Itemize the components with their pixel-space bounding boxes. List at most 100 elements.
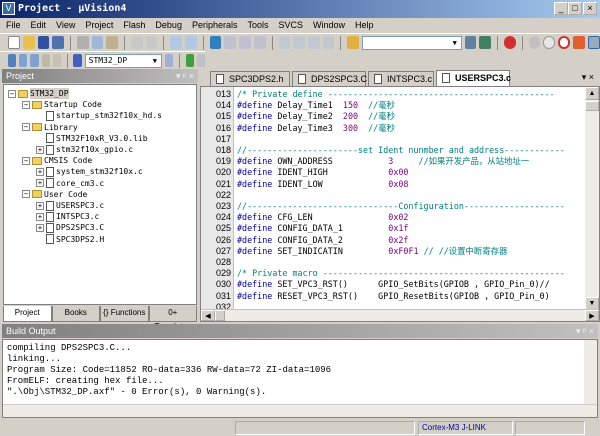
code-area[interactable]: /* Private define ----------------------… (201, 87, 585, 309)
copy-icon[interactable] (91, 36, 104, 49)
tree-item[interactable]: + DPS2SPC3.C (36, 222, 104, 233)
tree-item[interactable]: + system_stm32f10x.c (36, 166, 143, 177)
target-select[interactable]: STM32_DP ▼ (84, 53, 162, 68)
collapse-icon[interactable]: − (22, 190, 30, 199)
close-button[interactable]: × (583, 2, 597, 15)
collapse-icon[interactable]: − (8, 89, 16, 98)
tree-item[interactable]: − CMSIS Code (22, 155, 92, 166)
tree-item[interactable]: + USERSPC3.c (36, 200, 104, 211)
cut-icon[interactable] (76, 36, 89, 49)
tab-project[interactable]: Project (3, 306, 52, 322)
code-editor[interactable]: 013 014 015 016 017 018 019 020 021 022 023 024 025 0… (200, 86, 600, 322)
vertical-scrollbar[interactable]: ▲ ▼ (585, 87, 599, 311)
save-icon[interactable] (37, 36, 50, 49)
tree-item[interactable]: + INTSPC3.c (36, 211, 99, 222)
minimize-button[interactable]: _ (554, 2, 568, 15)
forward-icon[interactable] (185, 36, 197, 49)
build-output-pane[interactable]: compiling DPS2SPC3.C... linking... Progr… (2, 339, 598, 418)
collapse-icon[interactable]: − (22, 156, 30, 165)
horizontal-scrollbar[interactable]: ◀ ▶ (201, 309, 599, 321)
manage-components-icon[interactable] (185, 54, 194, 67)
tree-item[interactable]: − User Code (22, 189, 87, 200)
panel-controls[interactable]: ▾ ᵖ × (576, 324, 594, 338)
tree-item[interactable]: + core_cm3.c (36, 178, 104, 189)
tree-item[interactable]: + stm32f10x_gpio.c (36, 144, 133, 155)
expand-icon[interactable]: + (36, 145, 44, 154)
tree-item[interactable]: SPC3DPS2.H (36, 234, 104, 245)
build-icon[interactable] (19, 54, 28, 67)
tree-item[interactable]: STM32F10xR_V3.0.lib (36, 133, 148, 144)
output-vertical-scrollbar[interactable] (584, 340, 597, 404)
expand-icon[interactable]: + (36, 201, 44, 210)
find-combo[interactable]: ▼ (362, 35, 462, 50)
disable-all-breakpoints-icon[interactable] (573, 36, 586, 49)
expand-icon[interactable]: + (36, 167, 44, 176)
menu-view[interactable]: View (56, 18, 75, 33)
debug-start-icon[interactable] (504, 36, 516, 49)
expand-icon[interactable]: + (36, 212, 44, 221)
open-icon[interactable] (22, 36, 35, 49)
tree-item[interactable]: − Library (22, 122, 78, 133)
maximize-button[interactable]: □ (568, 2, 582, 15)
paste-icon[interactable] (106, 36, 119, 49)
expand-icon[interactable]: + (36, 223, 44, 232)
window-layout-icon[interactable] (588, 36, 600, 49)
scroll-left-arrow[interactable]: ◀ (201, 310, 215, 321)
uncomment-icon[interactable] (322, 36, 335, 49)
tab-userspc3-c[interactable]: USERSPC3.c (436, 70, 511, 86)
clear-bookmarks-icon[interactable] (253, 36, 266, 49)
tab-functions[interactable]: {} Functions (100, 306, 149, 322)
tree-item[interactable]: startup_stm32f10x_hd.s (36, 110, 162, 121)
kill-breakpoints-icon[interactable] (558, 36, 571, 49)
download-icon[interactable] (73, 54, 82, 67)
scroll-right-arrow[interactable]: ▶ (585, 310, 599, 321)
redo-icon[interactable] (145, 36, 158, 49)
collapse-icon[interactable]: − (22, 123, 30, 132)
translate-icon[interactable] (8, 54, 17, 67)
expand-icon[interactable]: + (36, 179, 44, 188)
menu-file[interactable]: File (6, 18, 21, 33)
indent-icon[interactable] (278, 36, 291, 49)
save-all-icon[interactable] (52, 36, 65, 49)
menu-project[interactable]: Project (85, 18, 113, 33)
menu-flash[interactable]: Flash (123, 18, 145, 33)
tab-templates[interactable]: 0+ Templates (148, 306, 197, 331)
hscroll-thumb[interactable] (215, 310, 225, 321)
menu-svcs[interactable]: SVCS (279, 18, 304, 33)
unindent-icon[interactable] (293, 36, 305, 49)
incremental-find-icon[interactable] (479, 36, 492, 49)
breakpoint-icon[interactable] (528, 36, 541, 49)
menu-debug[interactable]: Debug (155, 18, 182, 33)
menu-edit[interactable]: Edit (31, 18, 47, 33)
target-options-icon[interactable] (164, 54, 174, 67)
collapse-icon[interactable]: − (22, 100, 30, 109)
tab-spc3dps2-h[interactable]: SPC3DPS2.h (210, 71, 290, 86)
menu-tools[interactable]: Tools (247, 18, 268, 33)
find-icon[interactable] (464, 36, 477, 49)
rebuild-icon[interactable] (30, 54, 39, 67)
output-horizontal-scrollbar[interactable] (3, 404, 597, 417)
back-icon[interactable] (170, 36, 183, 49)
menu-help[interactable]: Help (355, 18, 374, 33)
batch-build-icon[interactable] (41, 54, 50, 67)
find-in-files-icon[interactable] (347, 36, 360, 49)
prev-bookmark-icon[interactable] (224, 36, 237, 49)
menu-peripherals[interactable]: Peripherals (192, 18, 238, 33)
tab-intspc3-c[interactable]: INTSPC3.c (368, 71, 434, 86)
tab-books[interactable]: Books (51, 306, 100, 322)
new-file-icon[interactable] (8, 36, 20, 49)
scroll-up-arrow[interactable]: ▲ (585, 87, 599, 100)
scroll-thumb[interactable] (585, 101, 599, 111)
stop-build-icon[interactable] (52, 54, 61, 67)
menu-window[interactable]: Window (313, 18, 345, 33)
tab-dps2spc3-c[interactable]: DPS2SPC3.C (292, 71, 367, 86)
tree-item[interactable]: − STM32_DP (8, 88, 69, 99)
bookmark-icon[interactable] (209, 36, 222, 49)
disable-breakpoint-icon[interactable] (543, 36, 556, 49)
next-bookmark-icon[interactable] (239, 36, 251, 49)
tab-controls[interactable]: ▾ × (582, 72, 594, 83)
comment-icon[interactable] (307, 36, 320, 49)
tree-item[interactable]: − Startup Code (22, 99, 102, 110)
panel-controls[interactable]: ▾ ᵖ × (176, 69, 194, 83)
undo-icon[interactable] (131, 36, 143, 49)
